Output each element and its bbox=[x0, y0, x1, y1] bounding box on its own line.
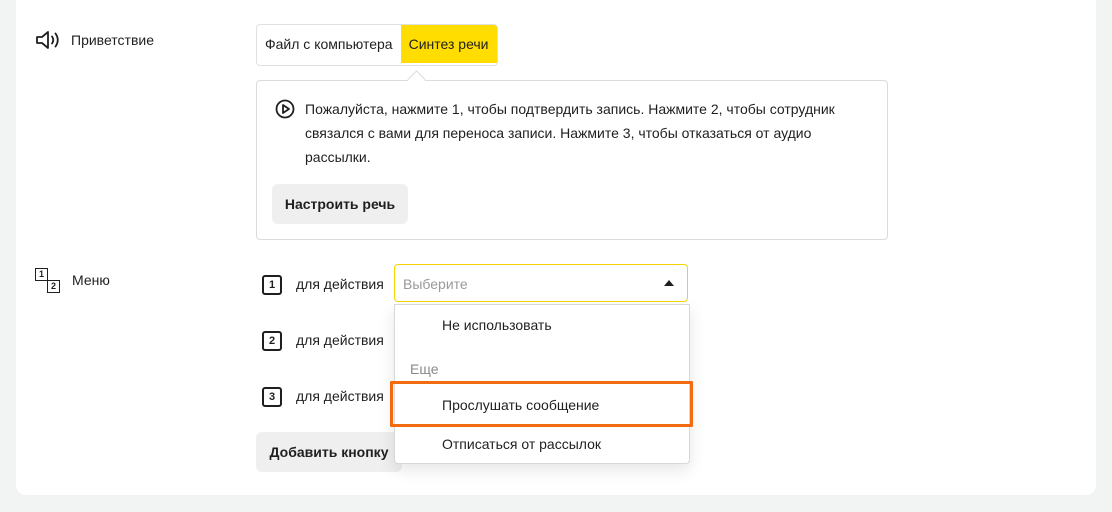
tts-panel: Пожалуйста, нажмите 1, чтобы подтвердить… bbox=[256, 80, 888, 240]
select-placeholder: Выберите bbox=[403, 276, 468, 292]
key-2-badge: 2 bbox=[262, 331, 282, 351]
menu-label: Меню bbox=[72, 272, 110, 288]
key-3-badge: 3 bbox=[262, 387, 282, 407]
option-do-not-use[interactable]: Не использовать bbox=[442, 317, 552, 333]
greeting-label: Приветствие bbox=[71, 32, 154, 48]
configure-speech-button[interactable]: Настроить речь bbox=[272, 184, 408, 224]
greeting-source-tabs: Файл с компьютера Синтез речи bbox=[256, 24, 498, 66]
tab-file-from-computer[interactable]: Файл с компьютера bbox=[257, 25, 401, 63]
menu-label-group: 1 2 Меню bbox=[35, 268, 110, 294]
key-1-badge: 1 bbox=[262, 275, 282, 295]
caret-up-icon[interactable] bbox=[664, 280, 674, 286]
tab-speech-synthesis[interactable]: Синтез речи bbox=[400, 25, 497, 63]
option-unsubscribe[interactable]: Отписаться от рассылок bbox=[442, 436, 601, 452]
tts-text: Пожалуйста, нажмите 1, чтобы подтвердить… bbox=[305, 101, 835, 165]
numbered-list-icon: 1 2 bbox=[35, 268, 61, 294]
speaker-icon bbox=[35, 30, 61, 50]
key-2-action-label: для действия bbox=[296, 332, 384, 348]
greeting-label-group: Приветствие bbox=[35, 30, 154, 50]
highlight-frame bbox=[390, 381, 693, 427]
key-1-action-select[interactable]: Выберите bbox=[394, 264, 688, 302]
add-button[interactable]: Добавить кнопку bbox=[256, 432, 402, 472]
numbered-list-icon-digit-2: 2 bbox=[47, 280, 60, 293]
key-1-action-label: для действия bbox=[296, 276, 384, 292]
key-3-action-label: для действия bbox=[296, 388, 384, 404]
play-icon[interactable] bbox=[275, 99, 295, 124]
option-group-more: Еще bbox=[410, 361, 439, 377]
